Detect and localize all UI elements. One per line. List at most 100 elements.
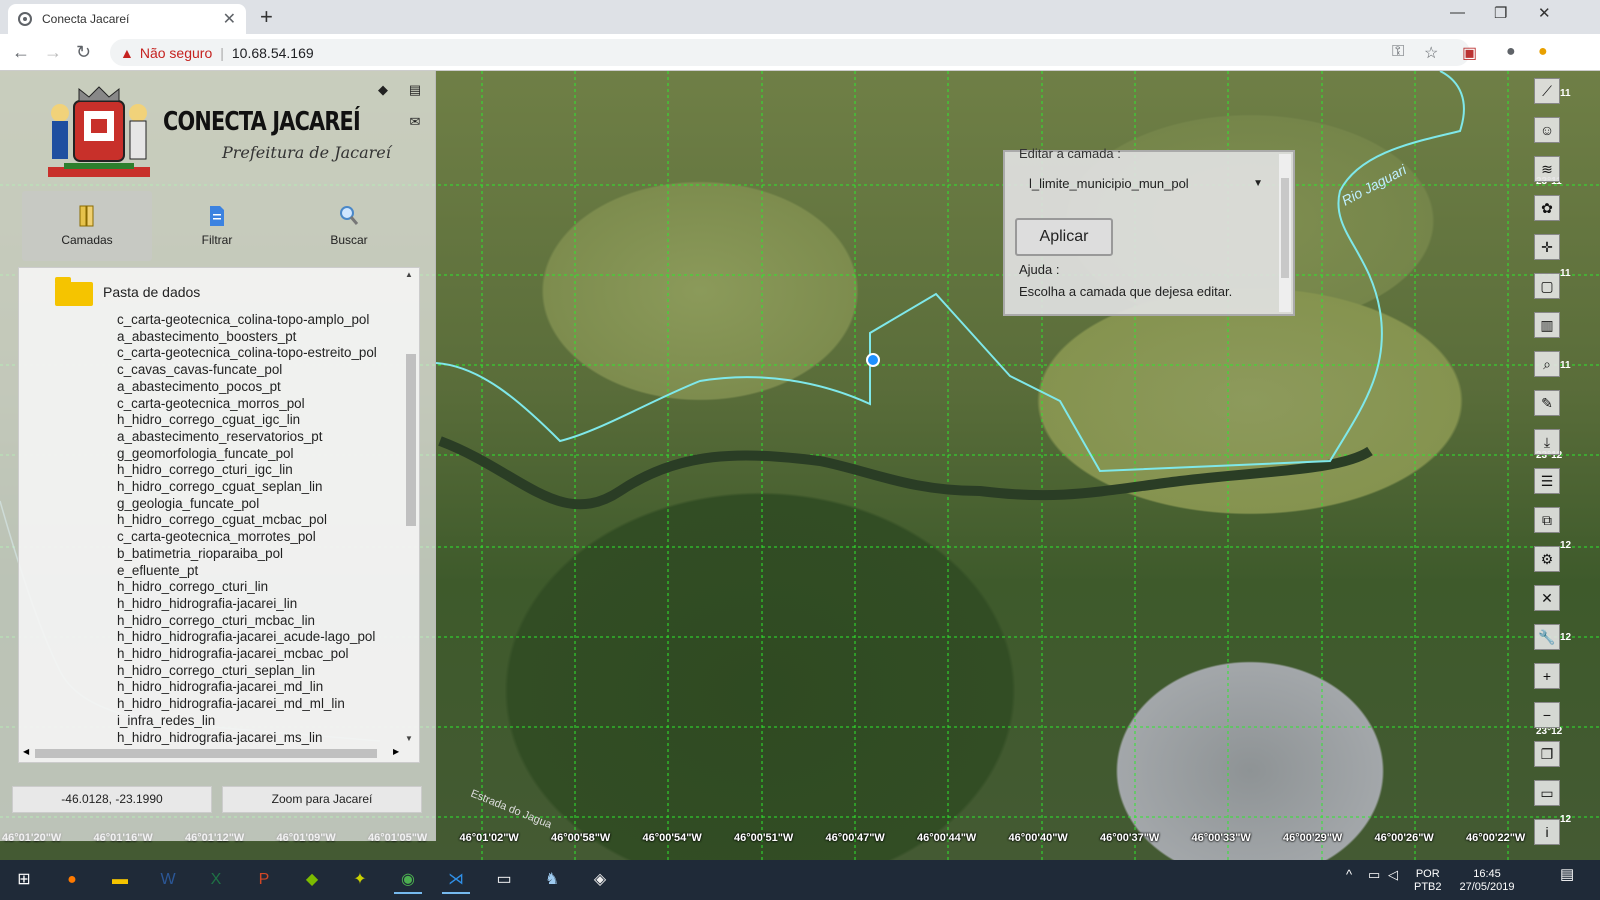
zoom-in-icon[interactable]: + — [1534, 663, 1560, 689]
clock[interactable]: 16:45 27/05/2019 — [1452, 868, 1522, 894]
windows-start-icon[interactable]: ⊞ — [10, 866, 38, 894]
layer-item[interactable]: h_hidro_corrego_cguat_mcbac_pol — [117, 512, 377, 529]
user-location-icon[interactable]: ☺ — [1534, 117, 1560, 143]
table-icon[interactable]: ☰ — [1534, 468, 1560, 494]
notification-icon[interactable]: ▤ — [1560, 867, 1574, 882]
paint-bucket-icon[interactable]: ◆ — [372, 79, 394, 101]
monitor-icon[interactable]: ▭ — [1534, 780, 1560, 806]
layer-item[interactable]: h_hidro_hidrografia-jacarei_md_lin — [117, 679, 377, 696]
layer-tree[interactable]: Pasta de dados c_carta-geotecnica_colina… — [18, 267, 420, 763]
browser-tab[interactable]: Conecta Jacareí ✕ — [8, 4, 246, 34]
tools-icon[interactable]: ✕ — [1534, 585, 1560, 611]
layer-item[interactable]: g_geologia_funcate_pol — [117, 496, 377, 513]
git-app-icon[interactable]: ◆ — [298, 866, 326, 894]
layer-item[interactable]: h_hidro_hidrografia-jacarei_mcbac_pol — [117, 646, 377, 663]
vscode-icon[interactable]: ⋊ — [442, 866, 470, 894]
apply-button[interactable]: Aplicar — [1015, 218, 1113, 256]
chrome-icon[interactable]: ◉ — [394, 866, 422, 894]
document-icon[interactable]: ▢ — [1534, 273, 1560, 299]
screen-select-icon[interactable]: ⧉ — [1534, 507, 1560, 533]
scrollbar-thumb[interactable] — [406, 354, 416, 526]
maximize-button[interactable]: ❐ — [1494, 4, 1507, 22]
layer-item[interactable]: c_carta-geotecnica_morros_pol — [117, 396, 377, 413]
tray-chevron-icon[interactable]: ^ — [1346, 868, 1352, 881]
zoom-to-jacarei-button[interactable]: Zoom para Jacareí — [222, 786, 422, 813]
layer-item[interactable]: h_hidro_hidrografia-jacarei_lin — [117, 596, 377, 613]
qgis-icon[interactable]: ✦ — [346, 866, 374, 894]
file-explorer-icon[interactable]: ▬ — [106, 866, 134, 894]
postgresql-icon[interactable]: ♞ — [538, 866, 566, 894]
powerpoint-icon[interactable]: P — [250, 866, 278, 894]
excel-icon[interactable]: X — [202, 866, 230, 894]
scroll-up-icon[interactable]: ▲ — [405, 270, 413, 279]
key-icon[interactable]: ⚿ — [1392, 43, 1404, 61]
profile-icon[interactable]: ● — [1506, 43, 1516, 61]
search-menu-button[interactable]: Buscar — [284, 191, 414, 261]
layer-item[interactable]: h_hidro_corrego_cguat_igc_lin — [117, 412, 377, 429]
pdf-extension-icon[interactable]: ▣ — [1462, 43, 1477, 63]
zoom-search-icon[interactable]: ⌕ — [1534, 351, 1560, 377]
layer-item[interactable]: a_abastecimento_boosters_pt — [117, 329, 377, 346]
omnibox[interactable]: ▲ Não seguro | 10.68.54.169 — [110, 39, 1470, 66]
layer-item[interactable]: h_hidro_corrego_cturi_igc_lin — [117, 462, 377, 479]
folder-name[interactable]: Pasta de dados — [103, 284, 200, 300]
layer-item[interactable]: i_infra_redes_lin — [117, 713, 377, 730]
layer-item[interactable]: h_hidro_corrego_cturi_lin — [117, 579, 377, 596]
horizontal-scrollbar[interactable]: ◀ ▶ — [21, 746, 401, 760]
print-icon[interactable]: ▤ — [404, 79, 426, 101]
layer-item[interactable]: e_efluente_pt — [117, 563, 377, 580]
measure-icon[interactable]: ⟋ — [1534, 78, 1560, 104]
scroll-down-icon[interactable]: ▼ — [405, 734, 413, 743]
reload-button[interactable]: ↻ — [76, 42, 91, 63]
wrench-icon[interactable]: 🔧 — [1534, 624, 1560, 650]
copy-icon[interactable]: ❐ — [1534, 741, 1560, 767]
chevron-down-icon[interactable]: ▼ — [1253, 170, 1263, 198]
layer-item[interactable]: h_hidro_hidrografia-jacarei_md_ml_lin — [117, 696, 377, 713]
settings-icon[interactable]: ⚙ — [1534, 546, 1560, 572]
layer-item[interactable]: h_hidro_hidrografia-jacarei_ms_lin — [117, 730, 377, 747]
layer-item[interactable]: c_carta-geotecnica_colina-topo-amplo_pol — [117, 312, 377, 329]
layer-item[interactable]: a_abastecimento_reservatorios_pt — [117, 429, 377, 446]
language-indicator[interactable]: POR PTB2 — [1414, 868, 1442, 894]
url-text[interactable]: 10.68.54.169 — [232, 45, 314, 61]
layer-item[interactable]: b_batimetria_rioparaiba_pol — [117, 546, 377, 563]
folder-icon[interactable] — [55, 277, 93, 306]
layers-icon[interactable]: ≋ — [1534, 156, 1560, 182]
layer-item[interactable]: a_abastecimento_pocos_pt — [117, 379, 377, 396]
new-tab-button[interactable]: + — [260, 4, 273, 30]
terminal-icon[interactable]: ▭ — [490, 866, 518, 894]
window-close-button[interactable]: ✕ — [1538, 4, 1551, 22]
layer-item[interactable]: h_hidro_corrego_cguat_seplan_lin — [117, 479, 377, 496]
layer-item[interactable]: c_carta-geotecnica_morrotes_pol — [117, 529, 377, 546]
download-icon[interactable]: ⤓ — [1534, 429, 1560, 455]
not-secure-label[interactable]: Não seguro — [140, 45, 212, 61]
layer-item[interactable]: g_geomorfologia_funcate_pol — [117, 446, 377, 463]
database-tool-icon[interactable]: ◈ — [586, 866, 614, 894]
dialog-scrollbar[interactable] — [1279, 154, 1291, 312]
info-icon[interactable]: i — [1534, 819, 1560, 845]
layer-item[interactable]: h_hidro_corrego_cturi_mcbac_lin — [117, 613, 377, 630]
layers-menu-button[interactable]: Camadas — [22, 191, 152, 261]
star-icon[interactable]: ☆ — [1424, 43, 1438, 63]
crosshair-icon[interactable]: ✛ — [1534, 234, 1560, 260]
minimize-button[interactable]: — — [1450, 4, 1465, 21]
forward-button[interactable]: → — [44, 42, 62, 63]
layer-item[interactable]: c_cavas_cavas-funcate_pol — [117, 362, 377, 379]
volume-icon[interactable]: ◁ — [1388, 868, 1398, 881]
tab-close-icon[interactable]: ✕ — [223, 9, 236, 29]
layer-item[interactable]: c_carta-geotecnica_colina-topo-estreito_… — [117, 345, 377, 362]
vertical-scrollbar[interactable]: ▲ ▼ — [403, 270, 417, 746]
network-icon[interactable]: ▭ — [1368, 868, 1380, 881]
dialog-scrollbar-thumb[interactable] — [1281, 178, 1289, 278]
word-icon[interactable]: W — [154, 866, 182, 894]
back-button[interactable]: ← — [12, 42, 30, 63]
layer-item[interactable]: h_hidro_corrego_cturi_seplan_lin — [117, 663, 377, 680]
hscrollbar-thumb[interactable] — [35, 749, 377, 758]
edit-vertex-point[interactable] — [866, 353, 880, 367]
chart-icon[interactable]: ▥ — [1534, 312, 1560, 338]
scroll-left-icon[interactable]: ◀ — [23, 747, 29, 756]
filter-menu-button[interactable]: Filtrar — [152, 191, 282, 261]
scroll-right-icon[interactable]: ▶ — [393, 747, 399, 756]
update-icon[interactable]: ● — [1538, 43, 1548, 61]
palette-icon[interactable]: ✿ — [1534, 195, 1560, 221]
